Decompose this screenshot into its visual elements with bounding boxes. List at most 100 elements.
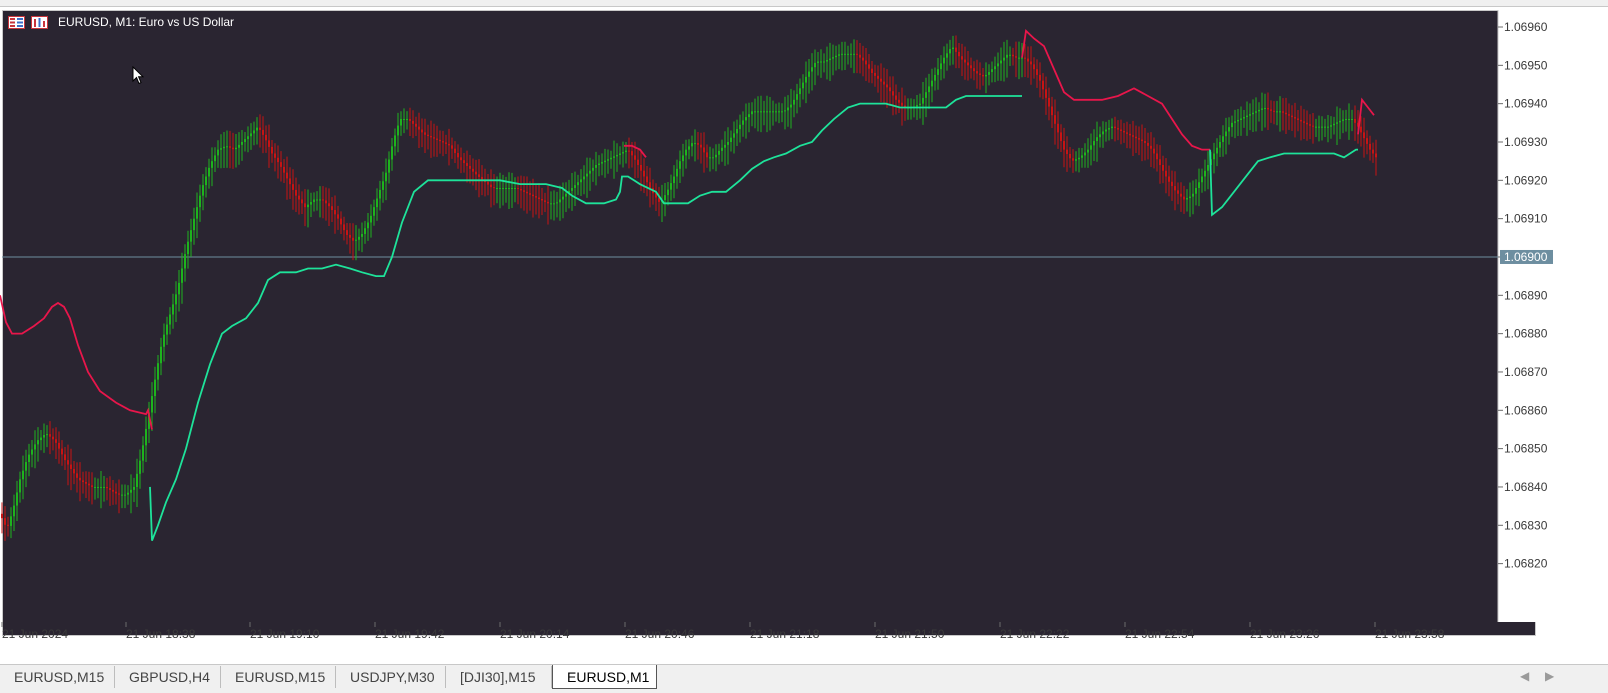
bull-candle-body — [397, 125, 399, 136]
bear-candle-body — [328, 203, 330, 207]
bear-candle-body — [52, 436, 54, 440]
bull-candle-body — [733, 133, 735, 138]
price-chart[interactable]: 1.06960 1.06950 1.06940 1.06930 1.06920 1.069… — [0, 8, 1608, 658]
bear-candle-body — [1117, 128, 1119, 130]
time-axis-label: 21 Jun 20:46 — [625, 627, 695, 641]
bull-candle-body — [139, 460, 141, 474]
bear-candle-body — [901, 102, 903, 106]
bull-candle-body — [667, 189, 669, 196]
bull-candle-body — [730, 137, 732, 142]
bull-candle-body — [37, 440, 39, 445]
time-axis-label: 21 Jun 23:26 — [1250, 627, 1320, 641]
tab-usdjpy-m30[interactable]: USDJPY,M30 — [336, 666, 446, 688]
bull-candle-body — [256, 127, 258, 131]
bull-candle-body — [574, 185, 576, 188]
bull-candle-body — [664, 195, 666, 201]
upper-band-line — [1021, 28, 1210, 151]
bull-candle-body — [718, 150, 720, 155]
bull-candle-body — [589, 170, 591, 174]
bear-candle-body — [880, 78, 882, 82]
tab-eurusd-m15-1[interactable]: EURUSD,M15 — [0, 666, 115, 688]
chart-bars-icon[interactable] — [31, 15, 48, 29]
bear-candle-body — [1048, 97, 1050, 107]
bull-candle-body — [562, 196, 564, 200]
bull-candle-body — [1228, 127, 1230, 132]
bull-candle-body — [1333, 123, 1335, 126]
bull-candle-body — [622, 152, 624, 154]
bull-candle-body — [847, 53, 849, 55]
bear-candle-body — [955, 47, 957, 52]
bull-candle-body — [760, 111, 762, 113]
bull-candle-body — [388, 159, 390, 173]
bear-candle-body — [1180, 193, 1182, 197]
bull-candle-body — [358, 236, 360, 240]
bear-candle-body — [451, 145, 453, 149]
bull-candle-body — [943, 57, 945, 64]
bear-candle-body — [982, 74, 984, 77]
bull-candle-body — [586, 173, 588, 177]
bear-candle-body — [1072, 158, 1074, 161]
price-axis-label: 1.06870 — [1504, 365, 1548, 379]
bull-candle-body — [1237, 119, 1239, 122]
bear-candle-body — [1183, 196, 1185, 200]
bull-candle-body — [1090, 145, 1092, 150]
scroll-right-icon[interactable]: ▶ — [1545, 669, 1554, 683]
bull-candle-body — [94, 486, 96, 488]
bear-candle-body — [1270, 109, 1272, 111]
bear-candle-body — [883, 81, 885, 85]
bull-candle-body — [223, 146, 225, 149]
bull-candle-body — [619, 153, 621, 155]
price-axis-label: 1.06930 — [1504, 135, 1548, 149]
bull-candle-body — [1207, 164, 1209, 171]
bear-candle-body — [1294, 117, 1296, 119]
bear-candle-body — [697, 143, 699, 145]
bull-candle-body — [736, 129, 738, 134]
bull-candle-body — [682, 155, 684, 162]
bull-candle-body — [121, 494, 123, 496]
bull-candle-body — [214, 155, 216, 162]
bull-candle-body — [97, 486, 99, 488]
bull-candle-body — [1195, 187, 1197, 194]
bull-candle-body — [550, 203, 552, 205]
time-axis-label: 21 Jun 2024 — [2, 627, 68, 641]
bear-candle-body — [415, 123, 417, 127]
bull-candle-body — [355, 239, 357, 241]
chart-window[interactable]: 1.06960 1.06950 1.06940 1.06930 1.06920 1.069… — [0, 8, 1608, 658]
bear-candle-body — [1375, 153, 1377, 158]
time-axis-label: 21 Jun 21:50 — [875, 627, 945, 641]
time-axis-label: 21 Jun 22:54 — [1125, 627, 1195, 641]
bear-candle-body — [961, 56, 963, 60]
bear-candle-body — [1165, 170, 1167, 177]
bull-candle-body — [319, 199, 321, 201]
bear-candle-body — [421, 129, 423, 133]
bull-candle-body — [10, 516, 12, 526]
bull-candle-body — [1249, 114, 1251, 116]
bear-candle-body — [109, 488, 111, 490]
bear-candle-body — [544, 200, 546, 202]
price-axis-label: 1.06850 — [1504, 442, 1548, 456]
bear-candle-body — [322, 199, 324, 201]
tab-eurusd-m15-2[interactable]: EURUSD,M15 — [221, 666, 336, 688]
bull-candle-body — [1219, 141, 1221, 148]
mouse-pointer-icon — [132, 66, 144, 85]
bull-candle-body — [1006, 54, 1008, 58]
bull-candle-body — [949, 49, 951, 54]
bull-candle-body — [307, 204, 309, 208]
bull-candle-body — [739, 124, 741, 130]
bull-candle-body — [808, 71, 810, 77]
bull-candle-body — [793, 99, 795, 105]
tab-gbpusd-h4[interactable]: GBPUSD,H4 — [115, 666, 221, 688]
tab-eurusd-m1[interactable]: EURUSD,M1 — [552, 665, 657, 689]
scroll-left-icon[interactable]: ◀ — [1520, 669, 1529, 683]
tab-dji30-m15[interactable]: [DJI30],M15 — [446, 666, 552, 688]
chart-table-icon[interactable] — [8, 15, 25, 29]
bull-candle-body — [133, 486, 135, 490]
bull-candle-body — [379, 189, 381, 199]
bull-candle-body — [172, 304, 174, 315]
bull-candle-body — [373, 207, 375, 216]
bull-candle-body — [814, 62, 816, 68]
bull-candle-body — [190, 230, 192, 242]
bull-candle-body — [1231, 122, 1233, 128]
bear-candle-body — [1156, 153, 1158, 160]
bear-candle-body — [478, 174, 480, 177]
